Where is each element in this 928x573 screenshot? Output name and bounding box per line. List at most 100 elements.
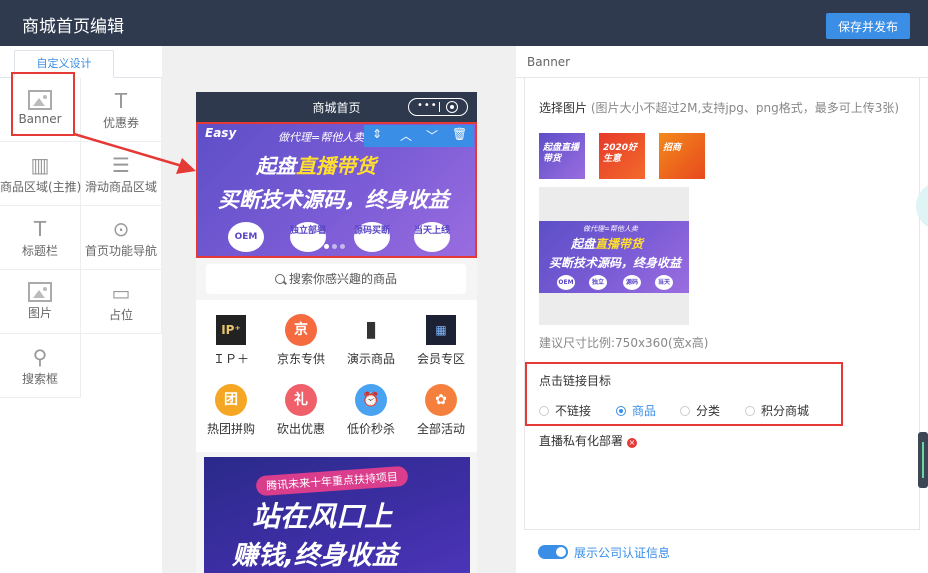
move-up-icon[interactable]: ︿ — [400, 127, 412, 144]
select-image-label: 选择图片 (图片大小不超过2M,支持jpg、png格式，最多可上传3张) — [539, 99, 899, 116]
radio-category[interactable]: 分类 — [680, 402, 720, 419]
capsule-divider — [439, 102, 440, 112]
widget-label: 滑动商品区域 — [84, 180, 157, 194]
properties-panel: Banner 选择图片 (图片大小不超过2M,支持jpg、png格式，最多可上传… — [516, 46, 928, 573]
image-preview[interactable]: 做代理=帮他人卖 起盘直播带货 买断技术源码，终身收益 OEM 独立 源码 当天 — [539, 187, 689, 325]
rectangle-icon: ▭ — [111, 281, 131, 305]
handle-grip — [922, 442, 924, 478]
widget-label: 占位 — [108, 308, 133, 322]
gift-icon: 礼 — [285, 384, 317, 416]
text-t-icon: T — [114, 89, 128, 113]
widget-label: 首页功能导航 — [84, 244, 157, 258]
widget-label: 搜索框 — [21, 372, 58, 386]
save-publish-button[interactable]: 保存并发布 — [826, 13, 910, 39]
preview-subline: 买断技术源码，终身收益 — [549, 256, 682, 270]
radio-label: 积分商城 — [761, 404, 810, 418]
target-icon — [446, 101, 458, 113]
alarm-clock-icon: ⏰ — [355, 384, 387, 416]
promo-line1: 站在风口上 — [252, 500, 393, 533]
radio-points-mall[interactable]: 积分商城 — [745, 402, 809, 419]
widget-label: 图片 — [27, 306, 52, 320]
radio-circle[interactable] — [680, 406, 690, 416]
private-deploy-text: 直播私有化部署 — [539, 434, 624, 448]
radio-circle[interactable] — [745, 406, 755, 416]
widget-label: 商品区域(主推) — [0, 180, 82, 194]
radio-label: 不链接 — [555, 404, 592, 418]
nav-item-group-buy[interactable]: 团 热团拼购 — [196, 384, 266, 437]
nav-item-ip[interactable]: IP⁺ ＩＰ＋ — [196, 314, 266, 367]
widget-product-area-main[interactable]: ▥ 商品区域(主推) — [0, 142, 81, 206]
nav-item-flash-sale[interactable]: ⏰ 低价秒杀 — [336, 384, 406, 437]
image-icon — [28, 282, 52, 302]
widget-search-box[interactable]: ⚲ 搜索框 — [0, 334, 81, 398]
company-cert-label: 展示公司认证信息 — [574, 546, 671, 560]
flower-icon: ✿ — [425, 384, 457, 416]
phone-search-bar[interactable]: 搜索你感兴趣的商品 — [206, 264, 466, 294]
size-hint: 建议尺寸比例:750x360(宽x高) — [539, 336, 709, 350]
building-icon: ▥ — [30, 153, 50, 177]
preview-pill: 独立 — [589, 275, 607, 290]
preview-pill: OEM — [557, 275, 575, 290]
nav-label: 会员专区 — [416, 352, 465, 366]
nav-item-bargain[interactable]: 礼 砍出优惠 — [266, 384, 336, 437]
image-thumbnail[interactable]: 2020好生意 — [599, 133, 645, 179]
widget-placeholder[interactable]: ▭ 占位 — [81, 270, 162, 334]
link-target-section: 点击链接目标 不链接 商品 分类 积分商城 — [525, 362, 843, 426]
preview-headline: 起盘直播带货 — [571, 235, 643, 252]
search-placeholder: 搜索你感兴趣的商品 — [288, 272, 397, 286]
location-pin-icon: ⊙ — [112, 217, 130, 241]
image-thumbnail[interactable]: 招商 — [659, 133, 705, 179]
component-toolbar: ⇕ ︿ ﹀ 🗑 — [364, 125, 474, 147]
thumb-text: 2020好生意 — [603, 143, 638, 164]
preview-pill: 当天 — [655, 275, 673, 290]
nav-label: 京东专供 — [276, 352, 325, 366]
page-title: 商城首页编辑 — [22, 17, 124, 37]
radio-circle-selected[interactable] — [616, 406, 626, 416]
nav-item-demo[interactable]: ▮ 演示商品 — [336, 314, 406, 367]
group-icon: 团 — [215, 384, 247, 416]
nav-item-jd[interactable]: 京 京东专供 — [266, 314, 336, 367]
radio-no-link[interactable]: 不链接 — [539, 402, 591, 419]
widget-label: 标题栏 — [21, 244, 58, 258]
radio-product[interactable]: 商品 — [616, 402, 656, 419]
mini-program-capsule[interactable]: ••• — [408, 98, 468, 116]
widget-image[interactable]: 图片 — [0, 270, 81, 334]
company-cert-toggle[interactable] — [538, 545, 568, 559]
nav-item-member[interactable]: ▦ 会员专区 — [406, 314, 476, 367]
phone-header: 商城首页 ••• — [196, 92, 477, 122]
nav-label: 低价秒杀 — [346, 422, 395, 436]
nav-item-all-activities[interactable]: ✿ 全部活动 — [406, 384, 476, 437]
thumb-text: 起盘直播带货 — [543, 143, 580, 164]
drag-handle-icon[interactable]: ⇕ — [372, 127, 382, 141]
radio-label: 分类 — [696, 404, 721, 418]
ip-icon: IP⁺ — [216, 315, 246, 345]
search-icon: ⚲ — [32, 345, 48, 369]
nav-label: ＩＰ＋ — [212, 352, 249, 366]
banner-widget-highlight — [11, 72, 75, 136]
move-down-icon[interactable]: ﹀ — [426, 127, 438, 144]
top-bar: 商城首页编辑 保存并发布 — [0, 0, 928, 46]
text-t-icon: T — [33, 217, 47, 241]
image-thumbnail[interactable]: 起盘直播带货 — [539, 133, 585, 179]
preview-headline-yellow: 直播带货 — [595, 237, 644, 251]
promo-image[interactable]: 腾讯未来十年重点扶持项目 站在风口上 赚钱,终身收益 — [204, 457, 470, 573]
nav-label: 演示商品 — [346, 352, 395, 366]
thumb-text: 招商 — [663, 143, 682, 153]
widget-label: 优惠券 — [102, 116, 139, 130]
nav-label: 热团拼购 — [206, 422, 255, 436]
red-arrow-annotation — [73, 132, 196, 174]
link-target-title: 点击链接目标 — [539, 374, 612, 388]
close-icon[interactable]: × — [627, 438, 638, 448]
select-hint: (图片大小不超过2M,支持jpg、png格式，最多可上传3张) — [590, 101, 900, 115]
widget-title-bar[interactable]: T 标题栏 — [0, 206, 81, 270]
delete-icon[interactable]: 🗑 — [452, 127, 467, 141]
nav-label: 全部活动 — [416, 422, 465, 436]
phone-preview: 商城首页 ••• Easy 做代理=帮他人卖 起盘直播带货 买断技术源码，终身收… — [196, 92, 477, 573]
private-deploy-label: 直播私有化部署 × — [539, 432, 638, 449]
radio-circle[interactable] — [539, 406, 549, 416]
widget-home-nav[interactable]: ⊙ 首页功能导航 — [81, 206, 162, 270]
more-icon: ••• — [417, 100, 438, 111]
panel-header: Banner — [516, 46, 928, 78]
side-scroll-handle[interactable] — [918, 432, 928, 488]
preview-pill: 源码 — [623, 275, 641, 290]
